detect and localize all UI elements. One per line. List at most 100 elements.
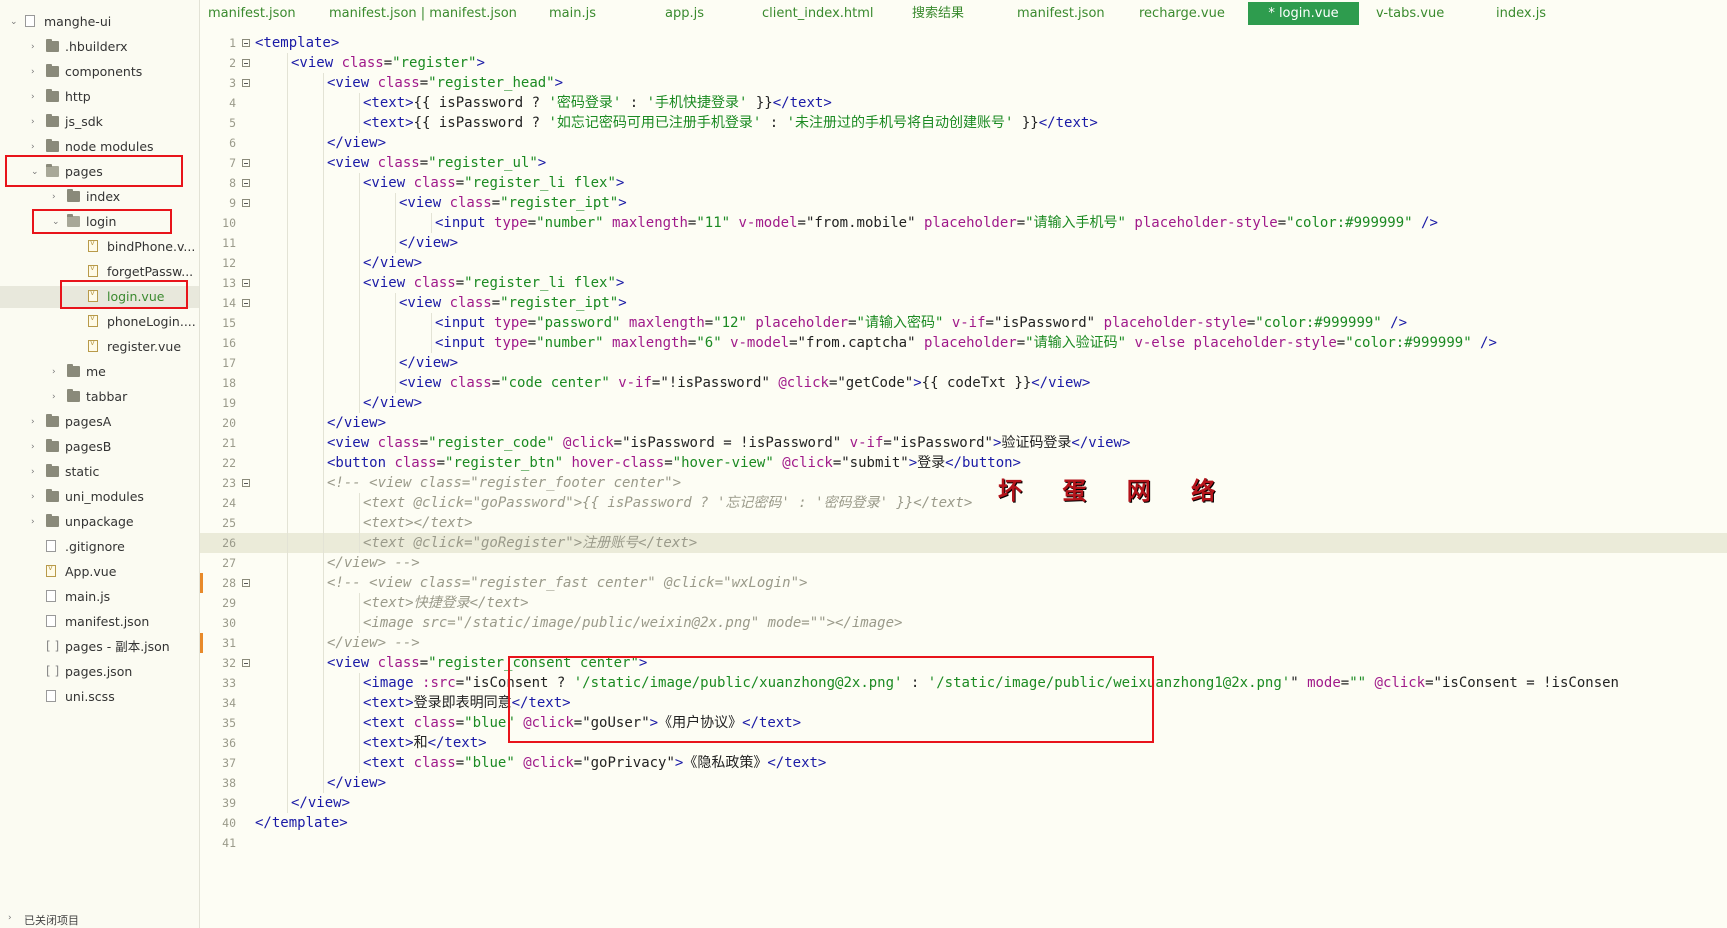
tree-item[interactable]: › node modules bbox=[0, 136, 199, 158]
code-line[interactable]: 16 <input type="number" maxlength="6" v-m… bbox=[200, 333, 1727, 353]
tree-item[interactable]: bindPhone.v... bbox=[0, 236, 199, 258]
chevron-right-icon[interactable]: › bbox=[52, 366, 56, 378]
chevron-right-icon[interactable]: › bbox=[31, 91, 35, 103]
code-line[interactable]: 33 <image :src="isConsent ? '/static/imag… bbox=[200, 673, 1727, 693]
tree-item[interactable]: › .hbuilderx bbox=[0, 36, 199, 58]
code-line[interactable]: 20 </view> bbox=[200, 413, 1727, 433]
code-line[interactable]: 37 <text class="blue" @click="goPrivacy">… bbox=[200, 753, 1727, 773]
tree-item[interactable]: ⌄ login bbox=[0, 211, 199, 233]
chevron-right-icon[interactable]: › bbox=[52, 191, 56, 203]
code-line[interactable]: 11 </view> bbox=[200, 233, 1727, 253]
tab[interactable]: main.js bbox=[549, 4, 596, 24]
code-line[interactable]: 35 <text class="blue" @click="goUser">《用户… bbox=[200, 713, 1727, 733]
chevron-right-icon[interactable]: › bbox=[52, 391, 56, 403]
fold-icon[interactable] bbox=[242, 159, 250, 167]
code-line[interactable]: 29 <text>快捷登录</text> bbox=[200, 593, 1727, 613]
code-line[interactable]: 25 <text></text> bbox=[200, 513, 1727, 533]
tab[interactable]: v-tabs.vue bbox=[1376, 4, 1444, 24]
code-line[interactable]: 28 <!-- <view class="register_fast center… bbox=[200, 573, 1727, 593]
code-line[interactable]: 23 <!-- <view class="register_footer cent… bbox=[200, 473, 1727, 493]
code-line[interactable]: 18 <view class="code center" v-if="!isPas… bbox=[200, 373, 1727, 393]
fold-icon[interactable] bbox=[242, 39, 250, 47]
closed-projects-section[interactable]: › 已关闭项目 bbox=[0, 912, 199, 928]
tree-item[interactable]: › unpackage bbox=[0, 511, 199, 533]
code-line[interactable]: 36 <text>和</text> bbox=[200, 733, 1727, 753]
tree-item[interactable]: › static bbox=[0, 461, 199, 483]
fold-icon[interactable] bbox=[242, 479, 250, 487]
code-line[interactable]: 38 </view> bbox=[200, 773, 1727, 793]
tree-item[interactable]: manifest.json bbox=[0, 611, 199, 633]
tree-item[interactable]: [ ] pages.json bbox=[0, 661, 199, 683]
fold-icon[interactable] bbox=[242, 199, 250, 207]
code-line[interactable]: 5 <text>{{ isPassword ? '如忘记密码可用已注册手机登录' … bbox=[200, 113, 1727, 133]
code-line[interactable]: 27 </view> --> bbox=[200, 553, 1727, 573]
code-line[interactable]: 3 <view class="register_head"> bbox=[200, 73, 1727, 93]
tree-item[interactable]: › tabbar bbox=[0, 386, 199, 408]
tree-item[interactable]: › index bbox=[0, 186, 199, 208]
chevron-down-icon[interactable]: ⌄ bbox=[52, 216, 60, 228]
code-line[interactable]: 39 </view> bbox=[200, 793, 1727, 813]
code-line[interactable]: 6 </view> bbox=[200, 133, 1727, 153]
code-line[interactable]: 32 <view class="register_consent center"> bbox=[200, 653, 1727, 673]
fold-icon[interactable] bbox=[242, 179, 250, 187]
fold-icon[interactable] bbox=[242, 59, 250, 67]
tab[interactable]: recharge.vue bbox=[1139, 4, 1225, 24]
tab[interactable]: index.js bbox=[1496, 4, 1546, 24]
tree-item[interactable]: uni.scss bbox=[0, 686, 199, 708]
fold-icon[interactable] bbox=[242, 579, 250, 587]
chevron-down-icon[interactable]: ⌄ bbox=[31, 166, 39, 178]
tree-item[interactable]: ⌄ pages bbox=[0, 161, 199, 183]
code-line[interactable]: 30 <image src="/static/image/public/weixi… bbox=[200, 613, 1727, 633]
tab[interactable]: 搜索结果 bbox=[912, 4, 964, 24]
tree-item[interactable]: App.vue bbox=[0, 561, 199, 583]
chevron-right-icon[interactable]: › bbox=[31, 116, 35, 128]
code-line[interactable]: 22 <button class="register_btn" hover-cla… bbox=[200, 453, 1727, 473]
code-line[interactable]: 17 </view> bbox=[200, 353, 1727, 373]
fold-icon[interactable] bbox=[242, 79, 250, 87]
code-line[interactable]: 10 <input type="number" maxlength="11" v-… bbox=[200, 213, 1727, 233]
code-line[interactable]: 26 <text @click="goRegister">注册账号</text> bbox=[200, 533, 1727, 553]
code-line[interactable]: 34 <text>登录即表明同意</text> bbox=[200, 693, 1727, 713]
tree-item[interactable]: main.js bbox=[0, 586, 199, 608]
tree-item[interactable]: › pagesA bbox=[0, 411, 199, 433]
tree-item[interactable]: register.vue bbox=[0, 336, 199, 358]
code-line[interactable]: 31 </view> --> bbox=[200, 633, 1727, 653]
code-line[interactable]: 4 <text>{{ isPassword ? '密码登录' : '手机快捷登录'… bbox=[200, 93, 1727, 113]
code-line[interactable]: 1 <template> bbox=[200, 33, 1727, 53]
tree-item[interactable]: › http bbox=[0, 86, 199, 108]
code-line[interactable]: 15 <input type="password" maxlength="12" … bbox=[200, 313, 1727, 333]
code-editor[interactable]: 1 <template> 2 <view class="register"> 3 <vie… bbox=[200, 27, 1727, 928]
chevron-down-icon[interactable]: ⌄ bbox=[10, 16, 18, 28]
chevron-right-icon[interactable]: › bbox=[31, 516, 35, 528]
code-line[interactable]: 8 <view class="register_li flex"> bbox=[200, 173, 1727, 193]
tree-item[interactable]: ⌄ manghe-ui bbox=[0, 11, 199, 33]
code-line[interactable]: 24 <text @click="goPassword">{{ isPasswor… bbox=[200, 493, 1727, 513]
chevron-right-icon[interactable]: › bbox=[31, 466, 35, 478]
chevron-right-icon[interactable]: › bbox=[31, 41, 35, 53]
tab[interactable]: manifest.json bbox=[208, 4, 296, 24]
chevron-right-icon[interactable]: › bbox=[31, 141, 35, 153]
tree-item[interactable]: › js_sdk bbox=[0, 111, 199, 133]
tab[interactable]: manifest.json bbox=[1017, 4, 1105, 24]
tree-item[interactable]: › me bbox=[0, 361, 199, 383]
tree-item[interactable]: › pagesB bbox=[0, 436, 199, 458]
code-line[interactable]: 2 <view class="register"> bbox=[200, 53, 1727, 73]
code-line[interactable]: 7 <view class="register_ul"> bbox=[200, 153, 1727, 173]
code-line[interactable]: 41 bbox=[200, 833, 1727, 853]
tree-item[interactable]: phoneLogin.... bbox=[0, 311, 199, 333]
tree-item[interactable]: forgetPassw... bbox=[0, 261, 199, 283]
fold-icon[interactable] bbox=[242, 659, 250, 667]
code-line[interactable]: 9 <view class="register_ipt"> bbox=[200, 193, 1727, 213]
tree-item[interactable]: .gitignore bbox=[0, 536, 199, 558]
chevron-right-icon[interactable]: › bbox=[31, 66, 35, 78]
tree-item[interactable]: › uni_modules bbox=[0, 486, 199, 508]
tree-item[interactable]: [ ] pages - 副本.json bbox=[0, 636, 199, 658]
chevron-right-icon[interactable]: › bbox=[31, 416, 35, 428]
tab[interactable]: manifest.json | manifest.json bbox=[329, 4, 517, 24]
tab-active[interactable]: * login.vue bbox=[1248, 2, 1359, 25]
code-line[interactable]: 21 <view class="register_code" @click="is… bbox=[200, 433, 1727, 453]
fold-icon[interactable] bbox=[242, 299, 250, 307]
tab[interactable]: client_index.html bbox=[762, 4, 874, 24]
code-line[interactable]: 19 </view> bbox=[200, 393, 1727, 413]
code-line[interactable]: 13 <view class="register_li flex"> bbox=[200, 273, 1727, 293]
